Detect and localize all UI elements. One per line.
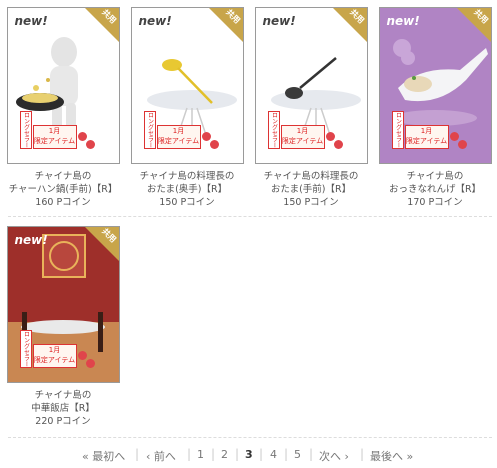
next-page-link[interactable]: 次へ ›	[319, 448, 349, 464]
pagination-separator: |	[135, 447, 140, 461]
pagination-separator: |	[284, 447, 289, 461]
item-card[interactable]: new! 共用 ロングセラー 1月 限定アイテム チャイナ島の料理長の おたま(…	[250, 7, 372, 209]
plum-flower-icon	[457, 140, 467, 149]
pagination-separator: |	[211, 447, 216, 461]
item-name[interactable]: チャイナ島の チャーハン鍋(手前)【R】	[2, 170, 124, 196]
item-price: 150 Pコイン	[283, 197, 339, 208]
plum-flower-icon	[77, 351, 87, 360]
item-name[interactable]: チャイナ島の料理長の おたま(奥手)【R】	[126, 170, 248, 196]
item-name[interactable]: チャイナ島の おっきなれんげ【R】	[374, 170, 496, 196]
row-divider	[8, 216, 492, 217]
limited-item-tag: 1月 限定アイテム	[156, 125, 201, 149]
item-thumbnail[interactable]: new! 共用 ロングセラー 1月 限定アイテム	[6, 226, 120, 383]
plum-flower-icon	[209, 140, 219, 149]
item-price: 160 Pコイン	[35, 197, 91, 208]
plum-flower-icon	[85, 140, 95, 149]
new-badge: new!	[14, 233, 48, 247]
page-link-4[interactable]: 4	[270, 448, 277, 461]
plum-flower-icon	[333, 140, 343, 149]
plum-flower-icon	[201, 132, 211, 141]
page-link-5[interactable]: 5	[294, 448, 301, 461]
longseller-tag: ロングセラー	[19, 330, 32, 368]
prev-page-link[interactable]: ‹ 前へ	[146, 448, 176, 464]
limited-item-tag: 1月 限定アイテム	[32, 125, 77, 149]
first-page-link[interactable]: « 最初へ	[82, 448, 125, 464]
longseller-tag: ロングセラー	[19, 111, 32, 149]
plum-flower-icon	[85, 359, 95, 368]
item-price: 220 Pコイン	[35, 416, 91, 427]
plum-flower-icon	[325, 132, 335, 141]
last-page-link[interactable]: 最後へ »	[370, 448, 413, 464]
pagination-separator: |	[235, 447, 240, 461]
row-divider	[8, 437, 492, 438]
item-thumbnail[interactable]: new! 共用 ロングセラー 1月 限定アイテム	[254, 7, 368, 164]
longseller-tag: ロングセラー	[143, 111, 156, 149]
pagination-separator: |	[259, 447, 264, 461]
item-name[interactable]: チャイナ島の 中華飯店【R】	[2, 389, 124, 415]
item-name[interactable]: チャイナ島の料理長の おたま(手前)【R】	[250, 170, 372, 196]
page-current-3: 3	[245, 448, 253, 461]
plum-flower-icon	[77, 132, 87, 141]
page-link-2[interactable]: 2	[221, 448, 228, 461]
item-thumbnail[interactable]: new! 共用 ロングセラー 1月 限定アイテム	[378, 7, 492, 164]
page-link-1[interactable]: 1	[197, 448, 204, 461]
pagination-separator: |	[360, 447, 365, 461]
longseller-tag: ロングセラー	[267, 111, 280, 149]
pagination-separator: |	[187, 447, 192, 461]
item-thumbnail[interactable]: new! 共用 ロングセラー 1月 限定アイテム	[6, 7, 120, 164]
pagination-separator: |	[309, 447, 314, 461]
limited-item-tag: 1月 限定アイテム	[280, 125, 325, 149]
item-thumbnail[interactable]: new! 共用 ロングセラー 1月 限定アイテム	[130, 7, 244, 164]
pagination: « 最初へ | ‹ 前へ | 1 | 2 | 3 | 4 | 5 | 次へ › …	[0, 447, 497, 468]
item-price: 170 Pコイン	[407, 197, 463, 208]
item-card[interactable]: new! 共用 ロングセラー 1月 限定アイテム チャイナ島の おっきなれんげ【…	[374, 7, 496, 209]
item-price: 150 Pコイン	[159, 197, 215, 208]
item-card[interactable]: new! 共用 ロングセラー 1月 限定アイテム チャイナ島の 中華飯店【R】 …	[2, 226, 124, 428]
longseller-tag: ロングセラー	[391, 111, 404, 149]
limited-item-tag: 1月 限定アイテム	[32, 344, 77, 368]
item-card[interactable]: new! 共用 ロングセラー 1月 限定アイテム チャイナ島の チャーハン鍋(手…	[2, 7, 124, 209]
plum-flower-icon	[449, 132, 459, 141]
item-card[interactable]: new! 共用 ロングセラー 1月 限定アイテム チャイナ島の料理長の おたま(…	[126, 7, 248, 209]
limited-item-tag: 1月 限定アイテム	[404, 125, 449, 149]
